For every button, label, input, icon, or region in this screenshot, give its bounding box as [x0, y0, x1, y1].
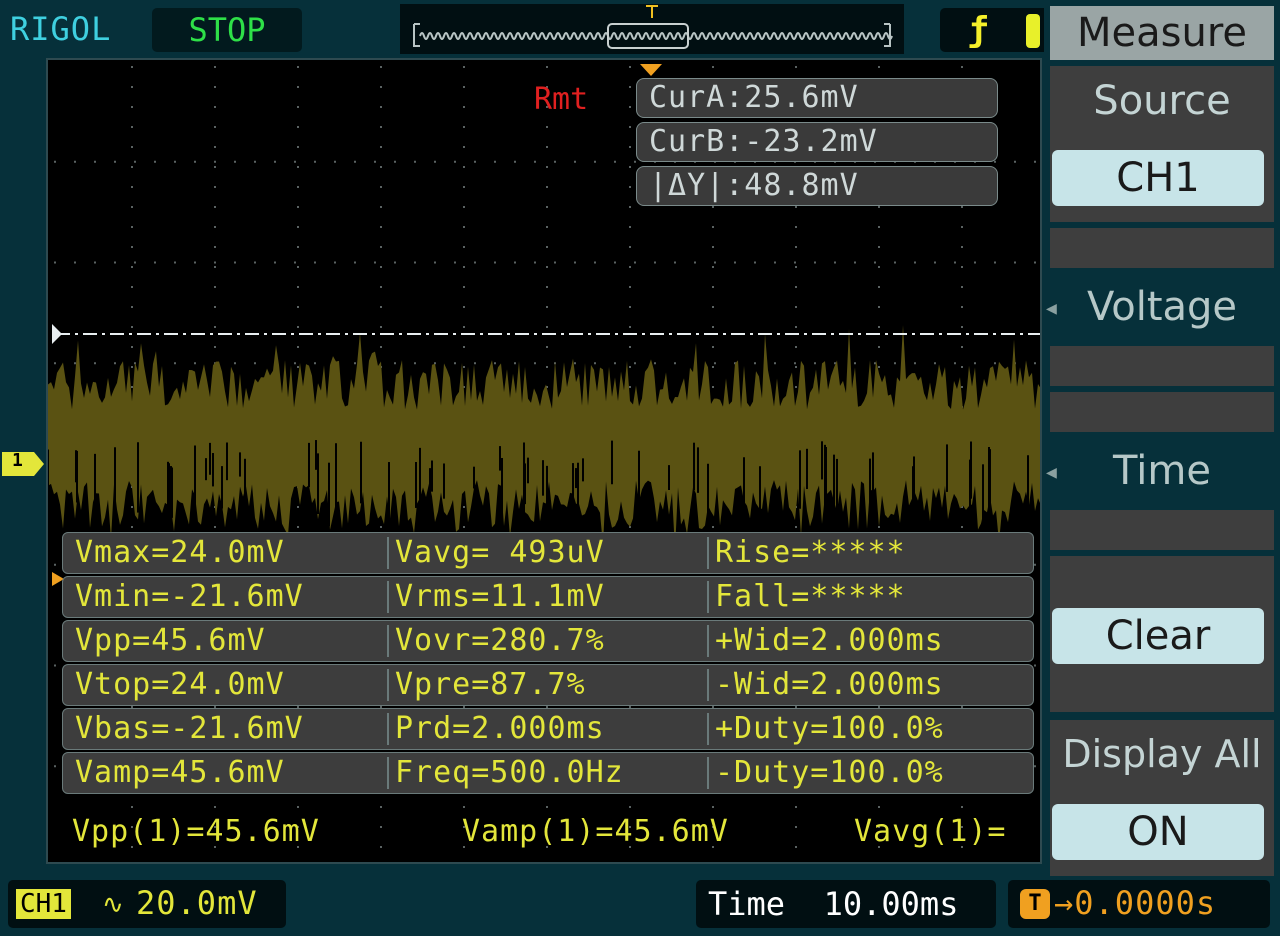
- measurement-divider: [387, 713, 389, 745]
- measurement-cell: +Wid=2.000ms: [715, 623, 944, 658]
- measurement-divider: [387, 757, 389, 789]
- measurement-divider: [707, 757, 709, 789]
- measure-menu: Measure Source CH1 ◀ Voltage ◀ Time Clea…: [1046, 0, 1280, 876]
- cursor-delta-readout: |ΔY|:48.8mV: [636, 166, 998, 206]
- readout-vavg: Vavg(1)=: [854, 814, 1007, 849]
- measurement-row: Vamp=45.6mV Freq=500.0Hz -Duty=100.0%: [62, 752, 1034, 794]
- timebase-readout[interactable]: Time 10.00ms: [696, 880, 996, 928]
- channel-name: CH1: [16, 889, 71, 919]
- ch1-level-marker[interactable]: 1: [0, 450, 44, 478]
- trigger-source-indicator: [1026, 14, 1040, 48]
- menu-slot-blank-4: [1050, 510, 1274, 550]
- measurement-cell: -Wid=2.000ms: [715, 667, 944, 702]
- measurement-cell: +Duty=100.0%: [715, 711, 944, 746]
- memory-timeline: [400, 4, 904, 54]
- measurement-cell: Fall=*****: [715, 579, 906, 614]
- measurement-divider: [707, 581, 709, 613]
- menu-slot-blank-3: [1050, 392, 1274, 432]
- trigger-offset-status[interactable]: T →0.0000s: [1008, 880, 1270, 928]
- measurement-cell: Vmin=-21.6mV: [75, 579, 304, 614]
- measurement-cell: Vovr=280.7%: [395, 623, 605, 658]
- measurement-cell: Vpre=87.7%: [395, 667, 586, 702]
- remote-indicator: Rmt: [534, 82, 589, 117]
- readout-vpp: Vpp(1)=45.6mV: [72, 814, 320, 849]
- measurement-cell: Freq=500.0Hz: [395, 755, 624, 790]
- cursor-b-readout: CurB:-23.2mV: [636, 122, 998, 162]
- measurement-divider: [707, 713, 709, 745]
- measurement-divider: [387, 581, 389, 613]
- trigger-status: ƒ: [940, 8, 1044, 52]
- menu-source-value[interactable]: CH1: [1052, 150, 1264, 206]
- vertical-scale: 20.0mV: [136, 884, 258, 922]
- measurement-cell: Rise=*****: [715, 535, 906, 570]
- brand-logo: RIGOL: [10, 10, 112, 48]
- menu-source-label: Source: [1093, 78, 1231, 124]
- measurement-cell: Vavg= 493uV: [395, 535, 605, 570]
- menu-display-all-value[interactable]: ON: [1052, 804, 1264, 860]
- measurement-row: Vmin=-21.6mV Vrms=11.1mV Fall=*****: [62, 576, 1034, 618]
- measurement-cell: Vbas=-21.6mV: [75, 711, 304, 746]
- trigger-offset: →0.0000s: [1054, 884, 1217, 922]
- measurement-cell: Vrms=11.1mV: [395, 579, 605, 614]
- ac-coupling-icon: ∿: [102, 890, 124, 920]
- menu-voltage-button[interactable]: Voltage: [1050, 284, 1274, 330]
- rising-edge-icon: ƒ: [968, 10, 989, 50]
- menu-display-all-label: Display All: [1062, 732, 1262, 776]
- menu-slot-blank-2: [1050, 346, 1274, 386]
- measurement-divider: [707, 537, 709, 569]
- measurement-row: Vtop=24.0mV Vpre=87.7% -Wid=2.000ms: [62, 664, 1034, 706]
- measurement-cell: Vtop=24.0mV: [75, 667, 285, 702]
- measurement-row: Vpp=45.6mV Vovr=280.7% +Wid=2.000ms: [62, 620, 1034, 662]
- measurement-divider: [387, 625, 389, 657]
- measurement-cell: -Duty=100.0%: [715, 755, 944, 790]
- readout-vamp: Vamp(1)=45.6mV: [462, 814, 729, 849]
- measurement-cell: Vamp=45.6mV: [75, 755, 285, 790]
- cursor-a-readout: CurA:25.6mV: [636, 78, 998, 118]
- menu-clear-button[interactable]: Clear: [1052, 608, 1264, 664]
- trigger-icon: T: [1020, 889, 1050, 919]
- measurement-cell: Vmax=24.0mV: [75, 535, 285, 570]
- measurement-row: Vbas=-21.6mV Prd=2.000ms +Duty=100.0%: [62, 708, 1034, 750]
- menu-slot-blank-1: [1050, 228, 1274, 268]
- measurement-divider: [387, 669, 389, 701]
- channel-status[interactable]: CH1 ∿ 20.0mV: [8, 880, 286, 928]
- measurement-cell: Prd=2.000ms: [395, 711, 605, 746]
- measurement-divider: [707, 625, 709, 657]
- menu-title: Measure: [1050, 6, 1274, 60]
- measurement-cell: Vpp=45.6mV: [75, 623, 266, 658]
- measurement-divider: [707, 669, 709, 701]
- measurement-divider: [387, 537, 389, 569]
- menu-time-button[interactable]: Time: [1050, 448, 1274, 494]
- measurement-row: Vmax=24.0mV Vavg= 493uV Rise=*****: [62, 532, 1034, 574]
- run-state-indicator: STOP: [152, 8, 302, 52]
